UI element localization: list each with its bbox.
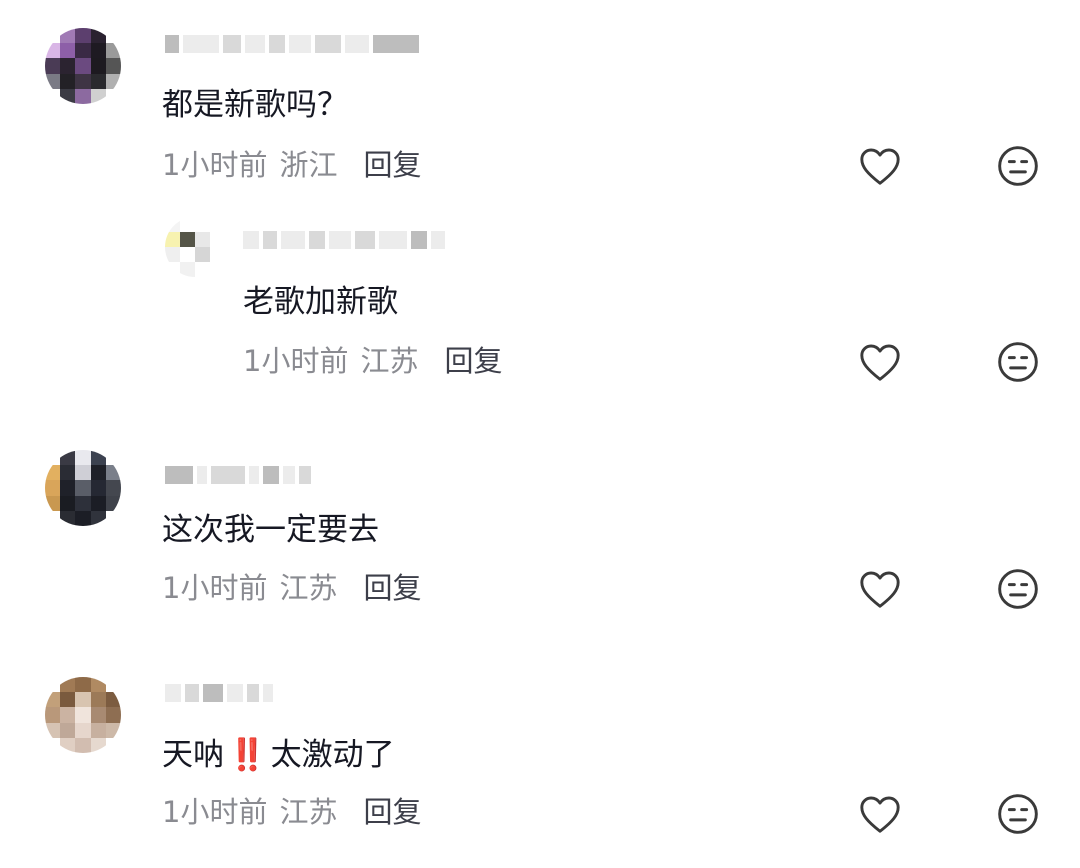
comment-item: 这次我一定要去 1小时前 江苏 回复: [0, 420, 1080, 650]
neutral-face-icon: [998, 794, 1038, 834]
avatar[interactable]: [45, 28, 121, 104]
comment-meta: 1小时前 江苏 回复: [243, 341, 502, 381]
comment-time: 1小时前: [162, 148, 268, 182]
reply-button[interactable]: 回复: [363, 145, 421, 185]
like-button[interactable]: [856, 142, 904, 190]
reply-button[interactable]: 回复: [444, 341, 502, 381]
reply-button[interactable]: 回复: [363, 792, 421, 832]
avatar[interactable]: [165, 217, 225, 277]
comment-text: 天呐 ‼️ 太激动了: [162, 735, 395, 775]
heart-outline-icon: [860, 344, 900, 381]
comment-location: 江苏: [360, 344, 419, 378]
like-button[interactable]: [856, 338, 904, 386]
neutral-face-icon: [998, 146, 1038, 186]
comment-meta: 1小时前 江苏 回复: [162, 568, 421, 608]
dislike-button[interactable]: [994, 790, 1042, 838]
heart-outline-icon: [860, 571, 900, 608]
like-button[interactable]: [856, 565, 904, 613]
nickname-blurred[interactable]: [165, 680, 273, 706]
comment-time: 1小时前: [162, 795, 268, 829]
comment-text: 这次我一定要去: [162, 512, 379, 548]
heart-outline-icon: [860, 796, 900, 833]
dislike-button[interactable]: [994, 142, 1042, 190]
comment-item: 都是新歌吗？ 1小时前 浙江 回复: [0, 0, 1080, 200]
nickname-blurred[interactable]: [165, 31, 419, 57]
like-button[interactable]: [856, 790, 904, 838]
comment-text-part: 太激动了: [270, 737, 395, 773]
comment-item: 天呐 ‼️ 太激动了 1小时前 江苏 回复: [0, 650, 1080, 868]
nickname-blurred[interactable]: [243, 227, 445, 253]
comment-text: 都是新歌吗？: [162, 87, 348, 123]
comment-time: 1小时前: [162, 571, 268, 605]
comment-location: 江苏: [279, 795, 338, 829]
comment-text: 老歌加新歌: [243, 284, 398, 320]
double-exclamation-emoji: ‼️: [228, 737, 267, 773]
comment-meta: 1小时前 江苏 回复: [162, 792, 421, 832]
reply-button[interactable]: 回复: [363, 568, 421, 608]
neutral-face-icon: [998, 569, 1038, 609]
comment-meta: 1小时前 浙江 回复: [162, 145, 421, 185]
neutral-face-icon: [998, 342, 1038, 382]
nickname-blurred[interactable]: [165, 462, 311, 488]
dislike-button[interactable]: [994, 565, 1042, 613]
comment-text-part: 天呐: [162, 737, 224, 773]
comment-location: 浙江: [279, 148, 338, 182]
avatar[interactable]: [45, 677, 121, 753]
heart-outline-icon: [860, 148, 900, 185]
comment-time: 1小时前: [243, 344, 349, 378]
avatar[interactable]: [45, 450, 121, 526]
dislike-button[interactable]: [994, 338, 1042, 386]
reply-comment-item: 老歌加新歌 1小时前 江苏 回复: [0, 200, 1080, 420]
comment-location: 江苏: [279, 571, 338, 605]
